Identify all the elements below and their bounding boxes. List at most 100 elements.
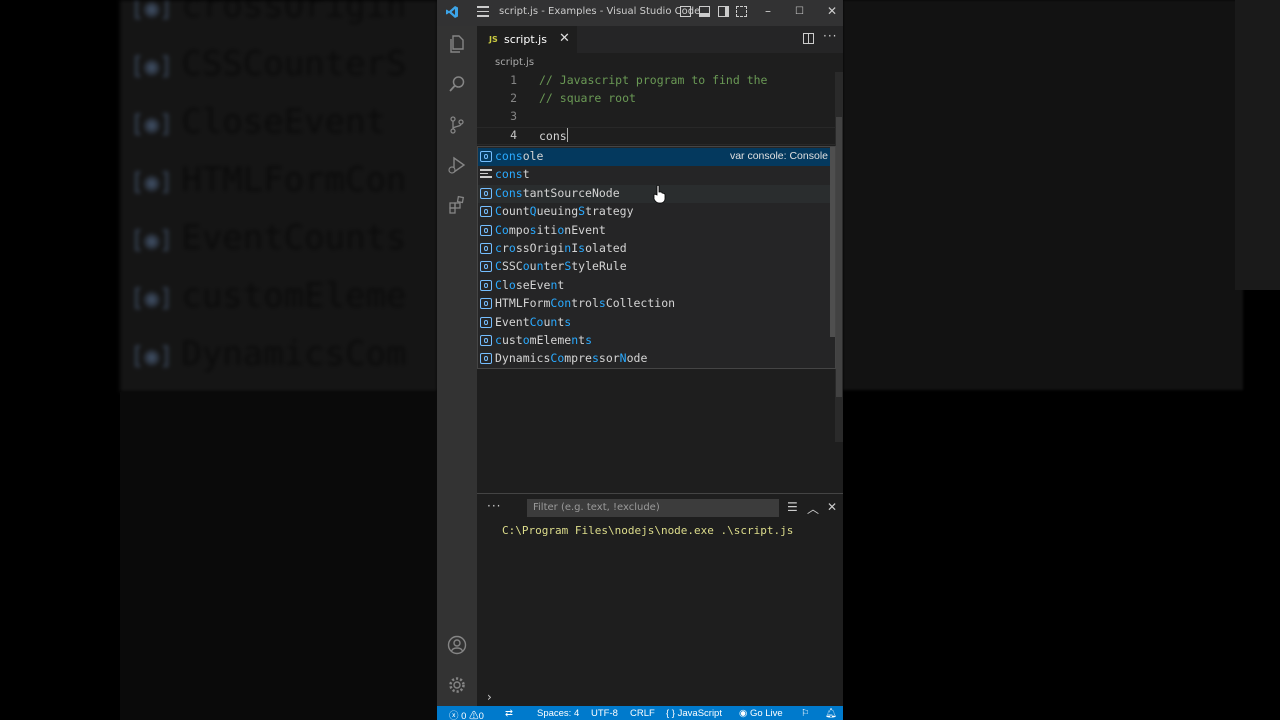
suggestion-label: CSSCounterStyleRule	[495, 259, 627, 273]
close-button[interactable]: ✕	[827, 4, 837, 18]
customize-layout-icon[interactable]	[736, 6, 747, 17]
hand-pointer-icon	[653, 184, 666, 204]
title-bar: script.js - Examples - Visual Studio Cod…	[437, 0, 843, 26]
encoding-status[interactable]: UTF-8	[591, 708, 618, 719]
variable-icon	[480, 335, 492, 346]
tab-label: script.js	[504, 33, 547, 46]
suggestion-item[interactable]: CloseEvent	[478, 277, 830, 295]
run-debug-icon[interactable]	[446, 154, 468, 176]
bg-item: [◉] crossOrigin	[130, 0, 407, 26]
code-line: 4 cons	[477, 128, 835, 146]
maximize-panel-icon[interactable]: ︿	[807, 500, 819, 517]
line-number: 2	[510, 91, 517, 105]
suggestion-detail: var console: Console	[729, 150, 828, 162]
text-cursor	[566, 128, 569, 142]
line-number: 1	[510, 73, 517, 87]
feedback-icon[interactable]: ⚐	[801, 708, 810, 719]
indentation-status[interactable]: Spaces: 4	[537, 708, 579, 719]
eol-status[interactable]: CRLF	[630, 708, 655, 719]
panel-filter-input[interactable]: Filter (e.g. text, !exclude)	[527, 499, 779, 517]
menu-icon[interactable]	[477, 6, 489, 17]
tab-close-icon[interactable]: ✕	[559, 31, 570, 46]
suggestion-item[interactable]: CSSCounterStyleRule	[478, 258, 830, 276]
source-control-icon[interactable]	[446, 114, 468, 136]
list-filter-icon[interactable]: ☰	[787, 500, 798, 514]
bg-item: [◉] CSSCounterS	[130, 44, 407, 84]
suggestion-item[interactable]: CompositionEvent	[478, 222, 830, 240]
suggestion-item[interactable]: customElements	[478, 332, 830, 350]
bg-item: [◉] EventCounts	[130, 218, 407, 258]
variable-icon	[480, 317, 492, 328]
variable-icon	[480, 280, 492, 291]
code-line: 1 // Javascript program to find the	[477, 73, 835, 91]
suggestion-label: CompositionEvent	[495, 223, 606, 237]
window-title: script.js - Examples - Visual Studio Cod…	[499, 6, 701, 17]
variable-icon	[480, 243, 492, 254]
suggestion-item[interactable]: console var console: Console	[478, 148, 830, 166]
bg-item: [◉] customEleme	[130, 276, 407, 316]
background-right-area	[843, 0, 1243, 390]
output-panel: ··· Filter (e.g. text, !exclude) ☰ ︿ ✕ C…	[477, 493, 843, 689]
breadcrumb[interactable]: script.js	[495, 57, 534, 68]
suggestion-label: CountQueuingStrategy	[495, 204, 634, 218]
code-text: // square root	[539, 91, 636, 105]
explorer-icon[interactable]	[446, 33, 468, 55]
background-dark-area	[120, 392, 438, 720]
maximize-button[interactable]: ☐	[795, 6, 804, 17]
toggle-secondary-sidebar-icon[interactable]	[718, 6, 729, 17]
background-right-edge	[1235, 0, 1280, 290]
line-number: 3	[510, 109, 517, 123]
suggestion-item[interactable]: CountQueuingStrategy	[478, 203, 830, 221]
suggestion-scrollbar[interactable]	[830, 147, 835, 337]
code-text-with-cursor: cons	[539, 128, 569, 143]
suggestion-widget: console var console: Console const Const…	[477, 146, 836, 369]
variable-icon	[480, 298, 492, 309]
keyword-icon	[480, 169, 492, 180]
language-label: JavaScript	[677, 708, 722, 719]
suggestion-label: crossOriginIsolated	[495, 241, 627, 255]
live-share-icon[interactable]: ⇄	[505, 708, 513, 719]
bg-item: [◉] HTMLFormCon	[130, 160, 407, 200]
suggestion-label: ConstantSourceNode	[495, 186, 620, 200]
javascript-file-icon: JS	[489, 35, 498, 44]
language-status[interactable]: { } JavaScript	[666, 708, 722, 719]
background-reflection: [◉] crossOrigin [◉] CSSCounterS [◉] CloseEv…	[120, 0, 438, 392]
go-live-button[interactable]: ◉ Go Live	[739, 708, 783, 719]
suggestion-item[interactable]: EventCounts	[478, 314, 830, 332]
warning-count: 0	[478, 711, 484, 720]
toggle-primary-sidebar-icon[interactable]	[680, 6, 691, 17]
notifications-bell-icon[interactable]: 🔔︎	[825, 708, 837, 719]
more-actions-icon[interactable]: ···	[823, 29, 837, 43]
variable-icon	[480, 225, 492, 236]
variable-icon	[480, 206, 492, 217]
suggestion-item[interactable]: HTMLFormControlsCollection	[478, 295, 830, 313]
suggestion-item[interactable]: DynamicsCompressorNode	[478, 350, 830, 368]
suggestion-label: console	[495, 149, 544, 163]
code-text: cons	[539, 129, 567, 143]
search-icon[interactable]	[446, 73, 468, 95]
line-number: 4	[510, 128, 517, 142]
toggle-panel-icon[interactable]	[699, 6, 710, 17]
close-panel-icon[interactable]: ✕	[827, 500, 837, 514]
accounts-icon[interactable]	[446, 634, 468, 656]
minimize-button[interactable]: –	[765, 4, 771, 18]
split-editor-icon[interactable]	[803, 33, 814, 44]
suggestion-item[interactable]: const	[478, 166, 830, 184]
problems-status[interactable]: ⓧ 0 ⚠0	[449, 708, 484, 720]
output-text: C:\Program Files\nodejs\node.exe .\scrip…	[502, 524, 794, 537]
manage-gear-icon[interactable]	[446, 674, 468, 696]
bg-item: [◉] DynamicsCom	[130, 334, 407, 374]
extensions-icon[interactable]	[446, 194, 468, 216]
suggestion-label: HTMLFormControlsCollection	[495, 296, 676, 310]
editor-scrollbar[interactable]	[835, 72, 843, 442]
bg-item: [◉] CloseEvent	[130, 102, 387, 142]
suggestion-label: CloseEvent	[495, 278, 565, 292]
tab-script-js[interactable]: JS script.js ✕	[477, 26, 577, 53]
suggestion-item[interactable]: crossOriginIsolated	[478, 240, 830, 258]
terminal-prompt-icon: ›	[487, 690, 492, 704]
error-count: 0	[461, 711, 467, 720]
scrollbar-thumb[interactable]	[836, 117, 842, 397]
variable-icon	[480, 151, 492, 162]
status-bar: ⓧ 0 ⚠0 ⇄ Spaces: 4 UTF-8 CRLF { } JavaSc…	[437, 706, 843, 720]
panel-more-icon[interactable]: ···	[487, 499, 501, 513]
